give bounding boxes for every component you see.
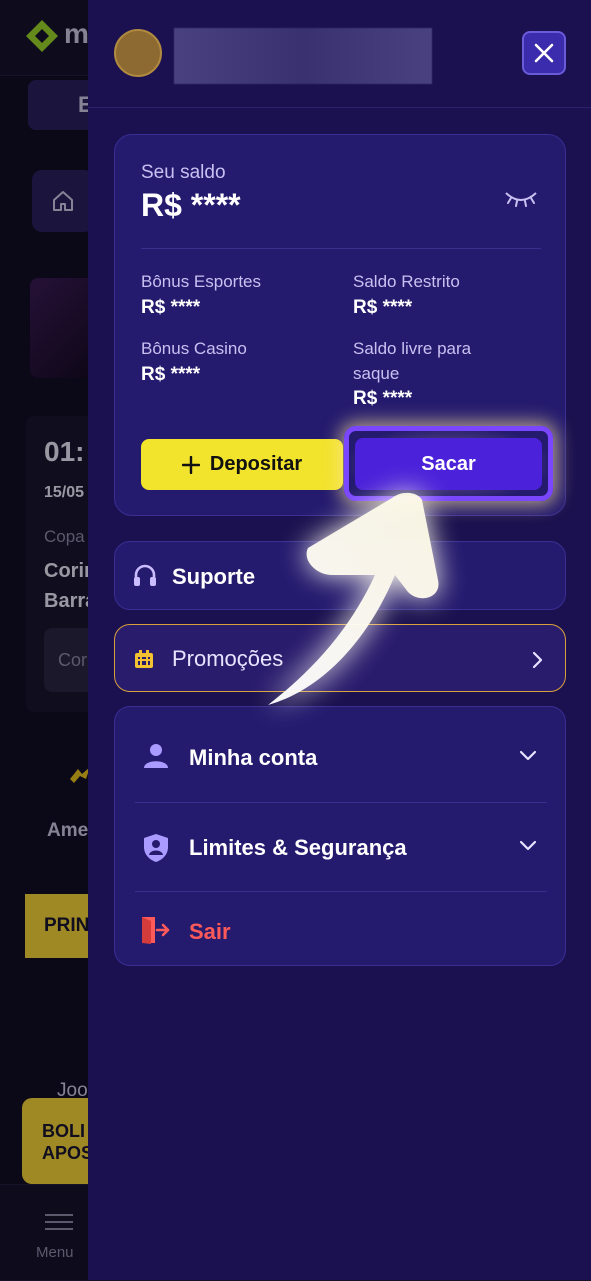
balance-label: Seu saldo bbox=[141, 162, 226, 183]
hide-balance-eye-icon[interactable] bbox=[503, 187, 539, 211]
limits-security-row[interactable]: Limites & Segurança bbox=[115, 803, 567, 891]
logout-label: Sair bbox=[189, 919, 231, 944]
chevron-down-icon bbox=[519, 840, 537, 851]
gift-icon bbox=[135, 650, 153, 668]
promotions-label: Promoções bbox=[172, 646, 284, 671]
account-menu-card: Minha conta Limites & Segurança Sair bbox=[114, 706, 566, 966]
my-account-label: Minha conta bbox=[189, 745, 318, 770]
restricted-balance-value: R$ **** bbox=[353, 297, 413, 318]
balance-card: Seu saldo R$ **** Bônus Esportes R$ ****… bbox=[114, 134, 566, 516]
support-label: Suporte bbox=[172, 564, 256, 589]
shield-user-icon bbox=[144, 834, 168, 862]
deposit-button[interactable]: Depositar bbox=[141, 439, 343, 490]
balance-value: R$ **** bbox=[141, 187, 241, 223]
withdrawable-balance-label-line2: saque bbox=[353, 364, 400, 383]
withdrawable-balance-value: R$ **** bbox=[353, 388, 413, 409]
account-drawer: Seu saldo R$ **** Bônus Esportes R$ ****… bbox=[88, 0, 591, 1280]
casino-bonus-label: Bônus Casino bbox=[141, 339, 247, 358]
user-icon bbox=[144, 744, 168, 768]
limits-security-label: Limites & Segurança bbox=[189, 835, 407, 860]
withdraw-button[interactable]: Sacar bbox=[355, 438, 542, 490]
support-button[interactable]: Suporte bbox=[114, 541, 566, 610]
close-button[interactable] bbox=[522, 31, 566, 75]
withdrawable-balance-label-line1: Saldo livre para bbox=[353, 339, 472, 358]
chevron-down-icon bbox=[519, 750, 537, 761]
close-icon bbox=[534, 43, 554, 63]
sports-bonus-label: Bônus Esportes bbox=[141, 272, 262, 291]
username-redacted bbox=[174, 28, 432, 84]
logout-row[interactable]: Sair bbox=[115, 892, 567, 967]
deposit-label: Depositar bbox=[209, 453, 303, 475]
casino-bonus-value: R$ **** bbox=[141, 364, 201, 385]
balance-divider bbox=[141, 248, 541, 249]
headset-icon bbox=[134, 564, 156, 586]
my-account-row[interactable]: Minha conta bbox=[115, 707, 567, 802]
restricted-balance-label: Saldo Restrito bbox=[353, 272, 460, 291]
sports-bonus-value: R$ **** bbox=[141, 297, 201, 318]
logout-icon bbox=[142, 917, 170, 944]
chevron-right-icon bbox=[532, 651, 543, 669]
promotions-button[interactable]: Promoções bbox=[114, 624, 566, 692]
avatar[interactable] bbox=[114, 29, 162, 77]
user-header bbox=[88, 0, 591, 108]
plus-icon bbox=[181, 455, 200, 474]
